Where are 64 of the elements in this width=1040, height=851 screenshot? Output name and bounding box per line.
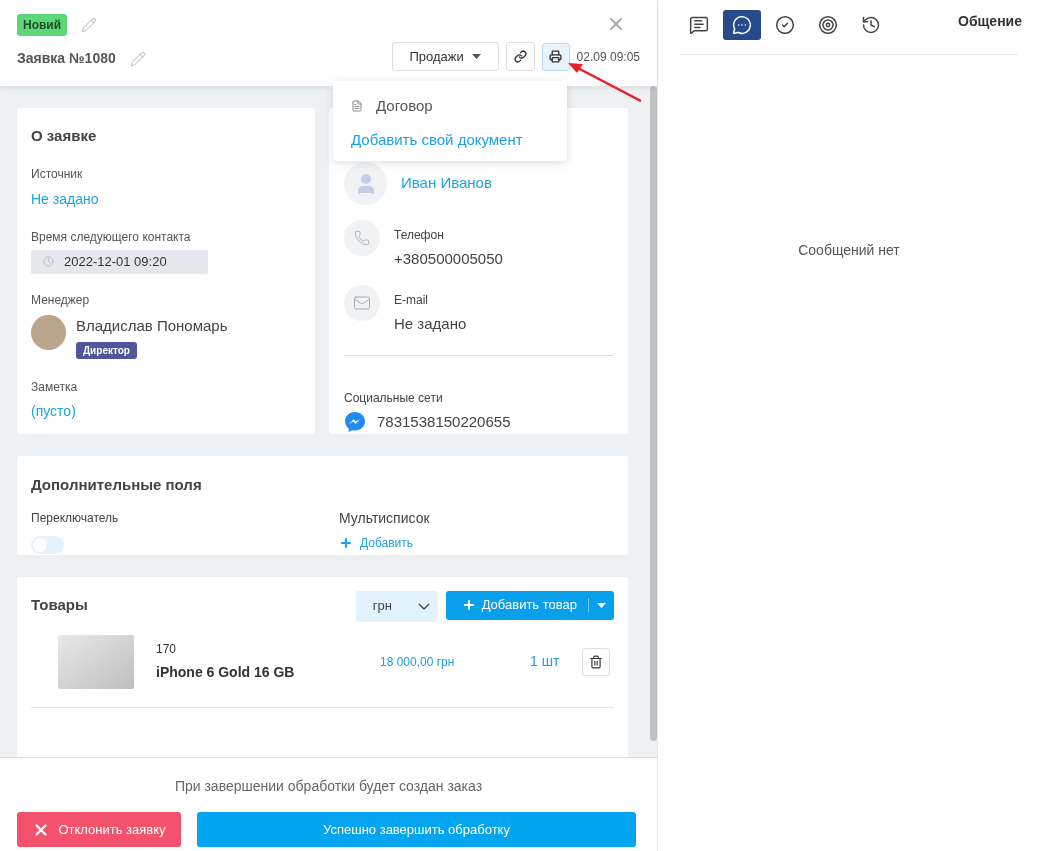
delete-button[interactable] [582,647,610,676]
trash-icon [589,654,603,669]
date-text: 02.09 09:05 [576,48,640,66]
field-label: Социальные сети [344,390,444,407]
section-title: О заявке [31,126,98,146]
empty-message: Сообщений нет [798,241,900,260]
printer-icon [549,50,563,63]
complete-button[interactable]: Успешно завершить обработку [197,812,636,847]
menu-item[interactable]: Договор [351,95,433,118]
field-label: Телефон [394,227,445,244]
panel-tab[interactable] [723,10,761,40]
plus-icon [461,598,476,613]
pipeline-dropdown[interactable]: Продажи [391,42,499,71]
link-button[interactable] [505,42,535,71]
reject-button[interactable]: Отклонить заявку [17,812,181,847]
product-price[interactable]: 18 000,00 грн [380,652,530,671]
section-title: Товары [31,594,88,615]
menu-item[interactable]: Добавить свой документ [351,128,523,151]
add-link[interactable]: Добавить [339,533,430,552]
email-value: Не задано [394,313,467,334]
document-icon [351,100,363,113]
add-product-button[interactable]: Добавить товар [445,590,614,620]
target-icon [818,15,838,35]
source-link[interactable]: Не задано [31,188,99,210]
toggle-switch[interactable] [31,535,64,554]
phone-icon [344,220,380,256]
field-label: Переключатель [31,509,120,527]
product-name: iPhone 6 Gold 16 GB [156,663,296,683]
social-id: 7831538150220655 [377,412,511,432]
product-quantity[interactable]: 1 шт [530,651,582,673]
chat-icon [732,15,752,35]
field-label: Заметка [31,379,79,396]
date-field[interactable]: 2022-12-01 09:20 [31,249,208,274]
link-icon [513,50,527,63]
caret-icon [471,54,481,59]
plus-icon [339,535,353,550]
contact-name-link[interactable]: Иван Иванов [401,172,492,195]
field-label: Мультисписок [339,508,430,528]
field-label: Время следующего контакта [31,228,192,246]
product-code: 170 [156,641,178,659]
manager-name: Владислав Пономарь [76,315,228,336]
field-label: E-mail [394,291,429,309]
section-title: Дополнительные поля [31,475,202,493]
person-icon [344,162,387,205]
currency-select[interactable]: грн [355,590,438,622]
chevron-down-icon [417,602,430,610]
footer-note: При завершении обработки будет создан заказ [174,777,483,796]
history-icon [861,15,881,35]
check-circle-icon [775,15,795,35]
status-badge: Новий [17,14,68,36]
avatar [31,314,66,350]
note-link[interactable]: (пусто) [31,401,76,422]
mail-icon [344,284,380,321]
panel-title: Общение [958,12,1022,31]
comment-icon [689,15,709,35]
phone-value: +380500005050 [394,249,503,269]
clock-icon [43,256,54,267]
print-button[interactable] [541,42,570,71]
scrollbar-thumb[interactable] [650,86,657,741]
field-label: Источник [31,165,84,183]
request-title: Заявка №1080 [17,49,116,68]
field-label: Менеджер [31,291,91,309]
role-badge: Директор [76,342,137,359]
caret-icon [597,602,606,608]
